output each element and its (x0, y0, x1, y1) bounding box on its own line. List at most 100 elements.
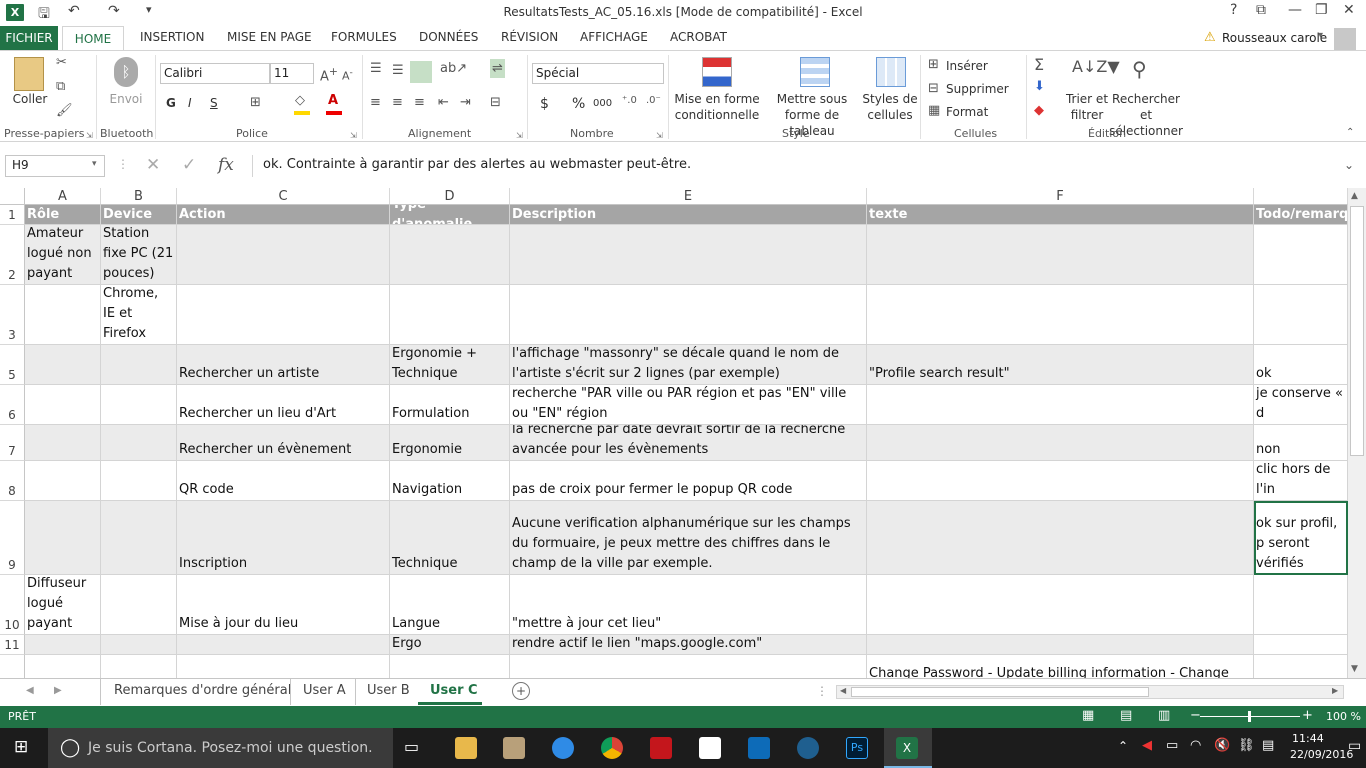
new-sheet-icon[interactable]: + (512, 682, 530, 700)
paste-button[interactable]: Coller (8, 91, 52, 107)
currency-button[interactable]: $ (540, 96, 549, 112)
cell-col-f[interactable] (867, 575, 1254, 635)
cell-col-a[interactable]: Diffuseur logué payant (25, 575, 101, 635)
sheet-tab-user-b[interactable]: User B (367, 683, 410, 698)
cell-col-a[interactable] (25, 285, 101, 345)
cell-col-a[interactable] (25, 425, 101, 461)
cell-col-g[interactable] (1254, 225, 1348, 285)
cell-col-a[interactable] (25, 345, 101, 385)
tab-revision[interactable]: RÉVISION (501, 30, 558, 44)
windows-start-icon[interactable]: ⊞ (14, 737, 28, 757)
cell-col-d[interactable]: Langue (390, 575, 510, 635)
align-middle-icon[interactable]: ☰ (392, 63, 404, 78)
cell-col-d[interactable] (390, 225, 510, 285)
page-layout-icon[interactable]: ▤ (1120, 708, 1132, 723)
user-dropdown-icon[interactable]: ▾ (1318, 30, 1323, 41)
align-bottom-active[interactable] (410, 61, 432, 83)
decrease-indent-icon[interactable]: ⇤ (438, 95, 449, 110)
delete-cells-icon[interactable]: ⊟ (928, 81, 939, 96)
clock-date[interactable]: 22/09/2016 (1290, 748, 1353, 761)
chrome-icon[interactable] (601, 737, 623, 759)
cell-col-a[interactable] (25, 385, 101, 425)
row-header[interactable]: 5 (0, 345, 25, 385)
ribbon-display-icon[interactable]: ⧉ (1256, 2, 1266, 18)
tab-insertion[interactable]: INSERTION (140, 30, 204, 44)
cell-col-d[interactable]: Ergo (390, 635, 510, 655)
cell-col-c[interactable] (177, 655, 390, 678)
tab-home[interactable]: HOME (62, 26, 124, 51)
cell-col-f[interactable]: Change Password - Update billing informa… (867, 655, 1254, 678)
align-right-icon[interactable]: ≡ (414, 95, 425, 110)
number-launcher-icon[interactable]: ⇲ (656, 131, 663, 140)
cell-col-b[interactable]: Navigateur Chrome, IE et Firefox (101, 285, 177, 345)
cell-col-a[interactable]: Amateur logué non payant (25, 225, 101, 285)
sheet-tab-user-c[interactable]: User C (430, 683, 478, 698)
column-header-a[interactable]: A (25, 188, 101, 205)
bluetooth-icon[interactable]: ᛒ (114, 57, 138, 87)
cell-col-g[interactable] (1254, 285, 1348, 345)
percent-button[interactable]: % (572, 96, 585, 112)
tray-app-icon[interactable]: ◀ (1142, 738, 1152, 753)
sheet-next-icon[interactable]: ▶ (54, 685, 62, 696)
name-box[interactable]: H9 (5, 155, 105, 177)
cell-col-c[interactable]: Mise à jour du lieu (177, 575, 390, 635)
minimize-button[interactable]: — (1288, 2, 1302, 18)
zoom-in-icon[interactable]: + (1302, 708, 1313, 723)
select-all-corner[interactable] (0, 188, 25, 205)
normal-view-icon[interactable]: ▦ (1082, 708, 1094, 723)
cancel-entry-icon[interactable]: ✕ (146, 155, 160, 175)
delete-cells-button[interactable]: Supprimer (946, 82, 1009, 96)
zoom-level[interactable]: 100 % (1326, 710, 1361, 723)
clipboard-launcher-icon[interactable]: ⇲ (86, 131, 93, 140)
cell-col-d[interactable]: Ergonomie (390, 425, 510, 461)
grow-font-icon[interactable]: A+ (320, 65, 338, 84)
formula-input[interactable]: ok. Contrainte à garantir par des alerte… (252, 155, 1360, 177)
header-cell-col-c[interactable]: Action (177, 205, 390, 225)
orientation-icon[interactable]: ab↗ (440, 61, 467, 76)
name-box-dropdown-icon[interactable]: ▾ (92, 159, 97, 169)
fill-icon[interactable]: ⬇ (1034, 79, 1045, 94)
header-cell-col-g[interactable]: Todo/remarque (1254, 205, 1348, 225)
wrap-text-icon[interactable]: ⇌ (490, 59, 505, 78)
cell-col-f[interactable] (867, 635, 1254, 655)
user-name[interactable]: Rousseaux carole (1222, 31, 1327, 45)
cell-col-f[interactable] (867, 501, 1254, 575)
cell-col-b[interactable] (101, 461, 177, 501)
cell-col-c[interactable]: Rechercher un évènement (177, 425, 390, 461)
network-icon[interactable]: ⛓ (1238, 738, 1255, 753)
app2-icon[interactable] (797, 737, 819, 759)
increase-indent-icon[interactable]: ⇥ (460, 95, 471, 110)
row-header[interactable]: 7 (0, 425, 25, 461)
cell-col-e[interactable]: recherche "PAR ville ou PAR région et pa… (510, 385, 867, 425)
cell-col-g[interactable]: clic hors de l'in (1254, 461, 1348, 501)
tab-acrobat[interactable]: ACROBAT (670, 30, 727, 44)
cell-col-f[interactable] (867, 461, 1254, 501)
scroll-thumb[interactable] (1350, 206, 1364, 456)
align-top-icon[interactable]: ☰ (370, 61, 382, 76)
format-cells-button[interactable]: Format (946, 105, 988, 119)
column-header-f[interactable]: F (867, 188, 1254, 205)
cell-col-a[interactable] (25, 501, 101, 575)
cell-col-f[interactable] (867, 285, 1254, 345)
tab-mise-en-page[interactable]: MISE EN PAGE (227, 30, 312, 44)
insert-cells-icon[interactable]: ⊞ (928, 57, 939, 72)
cell-col-e[interactable]: rendre actif le lien "maps.google.com" (510, 635, 867, 655)
cell-col-a[interactable] (25, 635, 101, 655)
split-handle-icon[interactable]: ⋮ (816, 684, 828, 698)
scroll-up-icon[interactable]: ▲ (1351, 191, 1358, 201)
cell-col-c[interactable]: Rechercher un artiste (177, 345, 390, 385)
show-hidden-icons-icon[interactable]: ⌃ (1118, 739, 1128, 753)
tab-fichier[interactable]: FICHIER (0, 26, 58, 50)
copy-icon[interactable]: ⧉ (56, 79, 65, 94)
cell-col-e[interactable]: pas de croix pour fermer le popup QR cod… (510, 461, 867, 501)
header-cell-col-b[interactable]: Device (101, 205, 177, 225)
cell-col-c[interactable]: QR code (177, 461, 390, 501)
cell-col-d[interactable]: Navigation (390, 461, 510, 501)
cell-col-d[interactable]: Technique (390, 501, 510, 575)
cell-col-e[interactable] (510, 225, 867, 285)
cell-col-a[interactable] (25, 655, 101, 678)
cell-col-g[interactable] (1254, 655, 1348, 678)
cell-col-f[interactable] (867, 385, 1254, 425)
h-scroll-thumb[interactable] (851, 687, 1149, 697)
conditional-formatting-icon[interactable] (702, 57, 732, 87)
